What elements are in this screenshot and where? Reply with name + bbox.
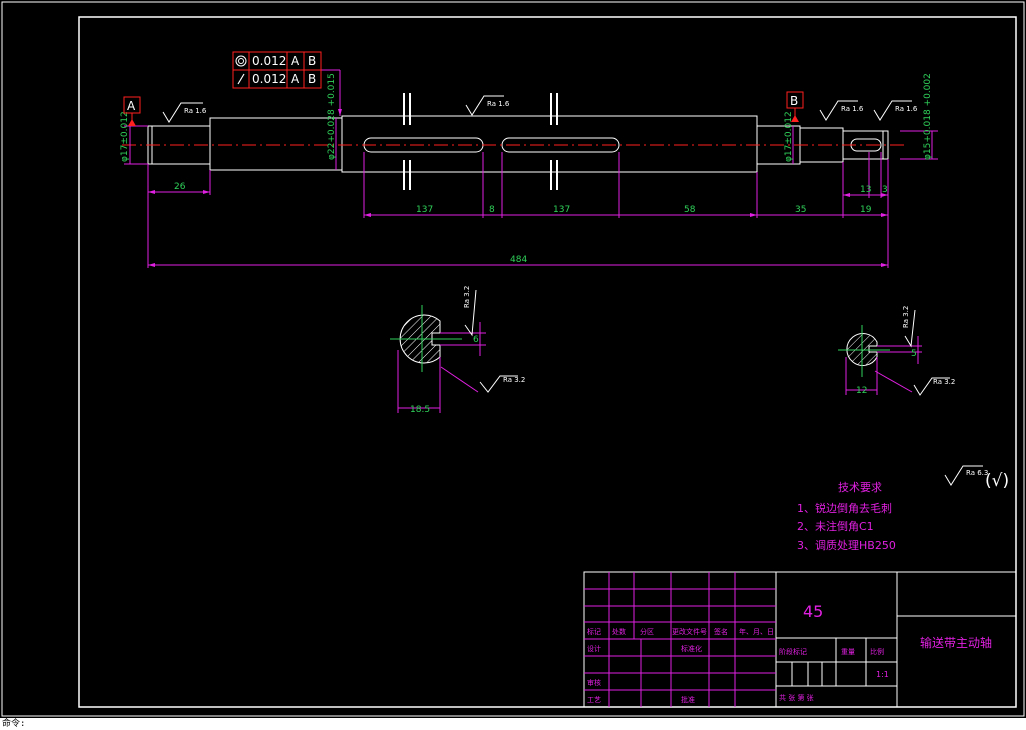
sec1-width: 18.5 bbox=[410, 405, 430, 415]
dim-8: 8 bbox=[489, 205, 495, 215]
dimension-texts: 26 137 8 137 58 35 19 13 3 484 φ17±0.012… bbox=[120, 73, 933, 265]
tol-value-1: 0.012 bbox=[252, 54, 286, 68]
dim-137-a: 137 bbox=[416, 205, 433, 215]
shaft-outline bbox=[147, 115, 889, 173]
tol-value-2: 0.012 bbox=[252, 72, 286, 86]
tb-sign: 签名 bbox=[714, 627, 728, 636]
tb-mark: 标记 bbox=[587, 627, 601, 636]
sec2-width: 12 bbox=[856, 386, 867, 396]
tech-title: 技术要求 bbox=[838, 481, 882, 494]
dim-26: 26 bbox=[174, 182, 186, 192]
cad-drawing-canvas[interactable]: 26 137 8 137 58 35 19 13 3 484 φ17±0.012… bbox=[0, 0, 1026, 730]
tb-zone: 分区 bbox=[640, 627, 654, 636]
section-cut-marks bbox=[403, 93, 558, 190]
tol-ref-a-1: A bbox=[291, 54, 300, 68]
ra-1: Ra 1.6 bbox=[184, 107, 207, 115]
dim-19: 19 bbox=[860, 205, 872, 215]
dia-right: φ17±0.012 bbox=[784, 111, 794, 162]
ra-2: Ra 1.6 bbox=[487, 100, 510, 108]
tech-requirements: 技术要求 1、锐边倒角去毛刺 2、未注倒角C1 3、调质处理HB250 bbox=[797, 481, 896, 552]
runout-icon bbox=[237, 73, 245, 85]
dia-end: φ15+0.018 +0.002 bbox=[923, 73, 933, 160]
sec1-ra-a: Ra 3.2 bbox=[463, 286, 471, 308]
dia-main: φ22+0.028 +0.015 bbox=[327, 73, 337, 160]
section-view-2: 12 5 Ra 3.2 Ra 3.2 bbox=[838, 306, 955, 396]
ra-4: Ra 1.6 bbox=[895, 105, 918, 113]
svg-text:A: A bbox=[127, 99, 136, 113]
tb-date: 年、月、日 bbox=[739, 627, 774, 636]
dim-13: 13 bbox=[860, 185, 871, 195]
tb-process: 工艺 bbox=[587, 696, 601, 704]
command-line[interactable]: 命令: bbox=[0, 718, 1026, 730]
section-view-1: 18.5 6 Ra 3.2 Ra 3.2 bbox=[390, 286, 525, 415]
rest-roughness: (√) bbox=[985, 471, 1009, 491]
dia-left: φ17±0.012 bbox=[120, 111, 130, 162]
tb-design: 设计 bbox=[587, 644, 601, 653]
tb-weight: 重量 bbox=[841, 648, 855, 656]
tb-std: 标准化 bbox=[681, 644, 702, 653]
svg-text:B: B bbox=[790, 94, 798, 108]
sec2-ra-a: Ra 3.2 bbox=[902, 306, 910, 328]
tech-item-3: 3、调质处理HB250 bbox=[797, 539, 896, 552]
tb-scale: 1:1 bbox=[876, 670, 889, 679]
dim-3: 3 bbox=[882, 185, 888, 195]
general-roughness: Ra 6.3 (√) bbox=[944, 465, 1009, 491]
dim-58: 58 bbox=[684, 205, 696, 215]
tb-check: 审核 bbox=[587, 678, 601, 687]
sec2-ra-b: Ra 3.2 bbox=[933, 378, 955, 386]
tol-ref-a-2: A bbox=[291, 72, 300, 86]
tech-item-2: 2、未注倒角C1 bbox=[797, 519, 874, 533]
dim-35: 35 bbox=[795, 205, 806, 215]
dimension-arrows bbox=[148, 109, 888, 267]
dimension-lines bbox=[124, 69, 938, 268]
tolerance-frames: 0.012 A B 0.012 A B bbox=[232, 51, 322, 89]
sec1-key: 6 bbox=[473, 335, 479, 345]
tb-sheet: 共 张 第 张 bbox=[779, 693, 814, 702]
sec1-ra-b: Ra 3.2 bbox=[503, 376, 525, 384]
dim-137-b: 137 bbox=[553, 205, 570, 215]
border-frame bbox=[78, 16, 1017, 708]
tb-ratio: 比例 bbox=[870, 647, 884, 656]
sec2-key: 5 bbox=[911, 349, 917, 359]
tol-ref-b-2: B bbox=[308, 72, 316, 86]
tb-stage: 阶段标记 bbox=[779, 647, 807, 656]
tb-approve: 批准 bbox=[681, 695, 695, 704]
concentricity-icon bbox=[235, 55, 247, 67]
dim-484: 484 bbox=[510, 255, 527, 265]
title-grid bbox=[584, 572, 776, 707]
tol-ref-b-1: B bbox=[308, 54, 316, 68]
ra-3: Ra 1.6 bbox=[841, 105, 864, 113]
tech-item-1: 1、锐边倒角去毛刺 bbox=[797, 501, 892, 515]
tb-doc: 更改文件号 bbox=[672, 627, 707, 636]
tb-part-name: 输送带主动轴 bbox=[920, 635, 992, 650]
tb-material: 45 bbox=[803, 602, 823, 621]
tb-count: 处数 bbox=[612, 627, 626, 636]
